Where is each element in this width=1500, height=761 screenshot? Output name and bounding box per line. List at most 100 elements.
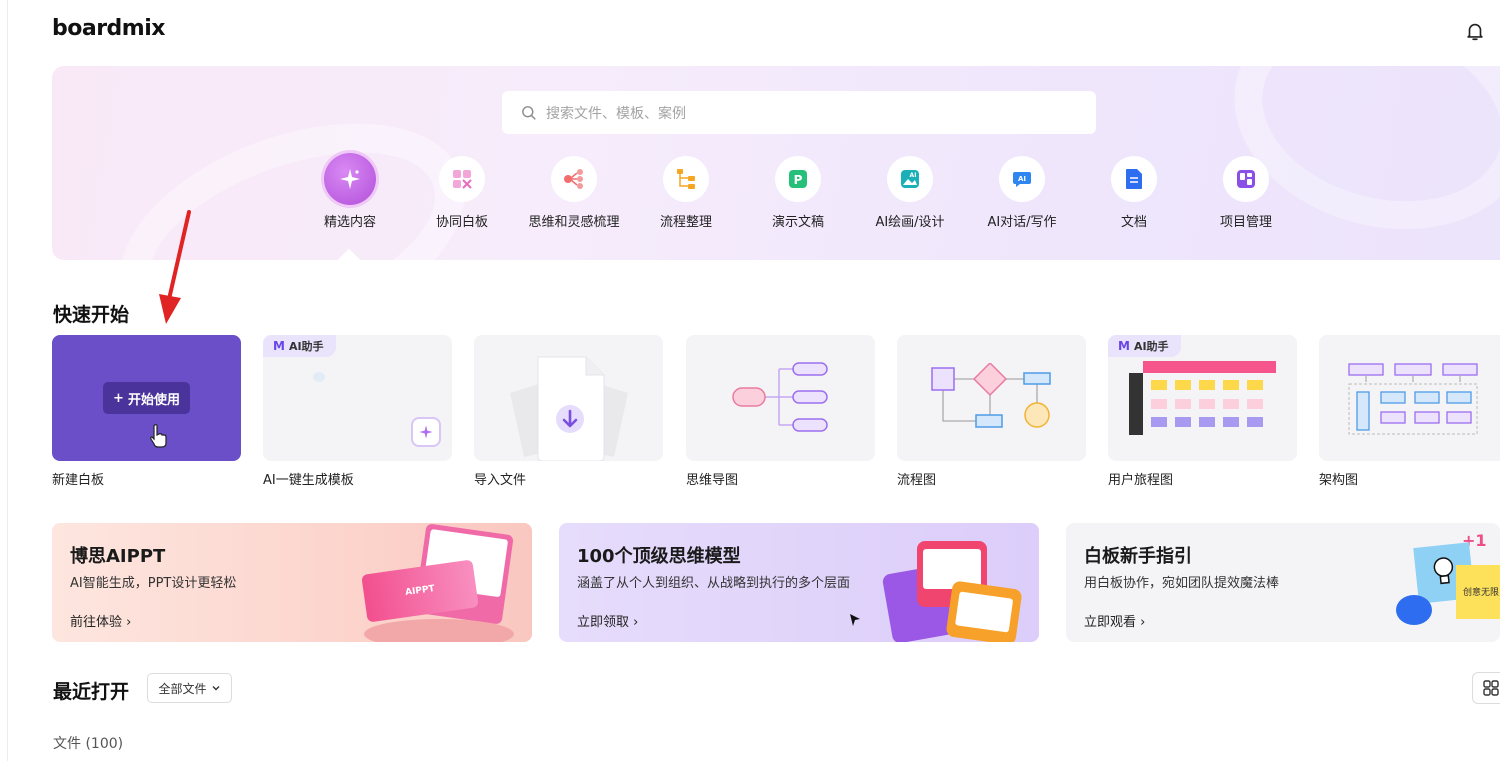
category-ai-design[interactable]: AI AI绘画/设计 (854, 156, 966, 230)
plus-icon: + (113, 390, 124, 406)
category-label: 文档 (1120, 215, 1147, 230)
start-button-label: 开始使用 (127, 392, 180, 408)
category-label: 项目管理 (1219, 215, 1272, 230)
category-nav: 精选内容 协同白板 思维和灵感梳理 流程整理 P 演示文稿 AI AI绘画/设计… (0, 153, 1500, 236)
chevron-right-icon: › (1136, 615, 1146, 630)
thinking-models-banner[interactable]: 100个顶级思维模型 涵盖了从个人到组织、从战略到执行的多个层面 立即领取 › (559, 523, 1039, 642)
banner-link-label: 立即领取 (577, 615, 630, 630)
category-label: 思维和灵感梳理 (528, 215, 620, 230)
whiteboard-icon (439, 156, 485, 202)
whiteboard-guide-banner[interactable]: 白板新手指引 用白板协作，宛如团队提效魔法棒 立即观看 › +1 创意无限 (1066, 523, 1500, 642)
ai-template-card[interactable]: M AI助手 (263, 335, 452, 461)
ai-image-icon: AI (887, 156, 933, 202)
banner-title: 白板新手指引 (1084, 546, 1192, 567)
presentation-icon: P (775, 156, 821, 202)
category-flow[interactable]: 流程整理 (630, 156, 742, 230)
card-label: 导入文件 (474, 473, 527, 488)
category-ai-chat[interactable]: AI AI对话/写作 (966, 156, 1078, 230)
banner-title: 博思AIPPT (70, 546, 166, 567)
flowchart-preview-icon (931, 363, 1051, 428)
filter-label: 全部文件 (158, 681, 207, 696)
boardmix-logo[interactable]: boardmix (52, 16, 165, 41)
category-project[interactable]: 项目管理 (1190, 156, 1302, 230)
banner-link[interactable]: 前往体验 › (70, 611, 131, 630)
sparkle-icon (411, 417, 441, 447)
category-label: 协同白板 (435, 215, 488, 230)
import-file-card[interactable] (474, 335, 663, 461)
ai-badge-label: AI助手 (288, 340, 324, 353)
hand-cursor-icon (150, 424, 167, 448)
search-icon (522, 106, 536, 120)
ai-badge-label: AI助手 (1133, 340, 1169, 353)
files-count: 文件 (100) (53, 736, 124, 752)
svg-text:P: P (794, 173, 803, 187)
banner-title: 100个顶级思维模型 (577, 546, 741, 567)
category-mindmap[interactable]: 思维和灵感梳理 (518, 156, 630, 230)
aippt-banner[interactable]: 博思AIPPT AI智能生成，PPT设计更轻松 前往体验 › AIPPT (52, 523, 532, 642)
category-label: 精选内容 (323, 215, 376, 230)
category-label: AI绘画/设计 (875, 215, 945, 230)
quick-start-title: 快速开始 (53, 304, 130, 326)
notification-bell-icon[interactable] (1464, 20, 1486, 42)
category-label: AI对话/写作 (987, 215, 1057, 230)
ai-assistant-badge: M AI助手 (263, 335, 336, 357)
banner-link-label: 前往体验 (70, 615, 123, 630)
project-board-icon (1223, 156, 1269, 202)
category-presentation[interactable]: P 演示文稿 (742, 156, 854, 230)
flowchart-card[interactable] (897, 335, 1086, 461)
sparkle-icon (324, 153, 376, 205)
banner-link[interactable]: 立即观看 › (1084, 611, 1145, 630)
new-whiteboard-card[interactable]: + 开始使用 (52, 335, 241, 461)
journey-preview-icon (1129, 361, 1276, 435)
architecture-card[interactable] (1319, 335, 1500, 461)
mindmap-preview-icon (732, 362, 828, 432)
user-journey-card[interactable]: M AI助手 (1108, 335, 1297, 461)
file-filter-dropdown[interactable]: 全部文件 (147, 673, 232, 703)
mindmap-card[interactable] (686, 335, 875, 461)
card-label: 流程图 (897, 473, 937, 488)
folder-illustration (945, 580, 1023, 642)
document-icon (1111, 156, 1157, 202)
annotation-arrow-icon (159, 210, 191, 324)
svg-text:AI: AI (910, 172, 917, 179)
chevron-right-icon: › (629, 615, 639, 630)
decoration-dot (313, 372, 325, 382)
thumbs-up-illustration (1396, 595, 1432, 625)
chevron-down-icon (212, 686, 219, 691)
grid-view-toggle[interactable] (1472, 672, 1500, 704)
mindmap-icon (551, 156, 597, 202)
left-divider (7, 0, 8, 761)
card-label: 新建白板 (52, 473, 105, 488)
recent-title: 最近打开 (53, 681, 130, 703)
chevron-right-icon: › (122, 615, 132, 630)
svg-text:AI: AI (1018, 175, 1026, 183)
banner-subtitle: 用白板协作，宛如团队提效魔法棒 (1084, 576, 1280, 591)
flowchart-icon (663, 156, 709, 202)
category-featured[interactable]: 精选内容 (294, 153, 406, 230)
pointer-cursor-icon (850, 614, 860, 626)
category-label: 演示文稿 (771, 215, 824, 230)
boardmix-ai-icon: M (1118, 339, 1130, 353)
card-label: 思维导图 (686, 473, 739, 488)
category-label: 流程整理 (659, 215, 712, 230)
card-label: AI一键生成模板 (263, 473, 354, 488)
search-input[interactable]: 搜索文件、模板、案例 (502, 91, 1096, 134)
hand-illustration (364, 619, 514, 642)
app-page: boardmix 搜索文件、模板、案例 精选内容 协同白板 思维和灵感梳理 流程… (0, 0, 1500, 761)
boardmix-ai-icon: M (273, 339, 285, 353)
ai-assistant-badge: M AI助手 (1108, 335, 1181, 357)
search-placeholder: 搜索文件、模板、案例 (546, 105, 686, 122)
start-button[interactable]: + 开始使用 (103, 382, 190, 414)
banner-subtitle: 涵盖了从个人到组织、从战略到执行的多个层面 (577, 576, 851, 591)
banner-link-label: 立即观看 (1084, 615, 1137, 630)
category-docs[interactable]: 文档 (1078, 156, 1190, 230)
category-whiteboard[interactable]: 协同白板 (406, 156, 518, 230)
grid-view-icon (1483, 680, 1499, 696)
banner-link[interactable]: 立即领取 › (577, 611, 638, 630)
card-label: 架构图 (1319, 473, 1359, 488)
idea-sticky-note: 创意无限 (1456, 565, 1500, 619)
card-label: 用户旅程图 (1108, 473, 1174, 488)
ai-chat-icon: AI (999, 156, 1045, 202)
architecture-preview-icon (1348, 363, 1478, 435)
banner-subtitle: AI智能生成，PPT设计更轻松 (70, 576, 237, 591)
